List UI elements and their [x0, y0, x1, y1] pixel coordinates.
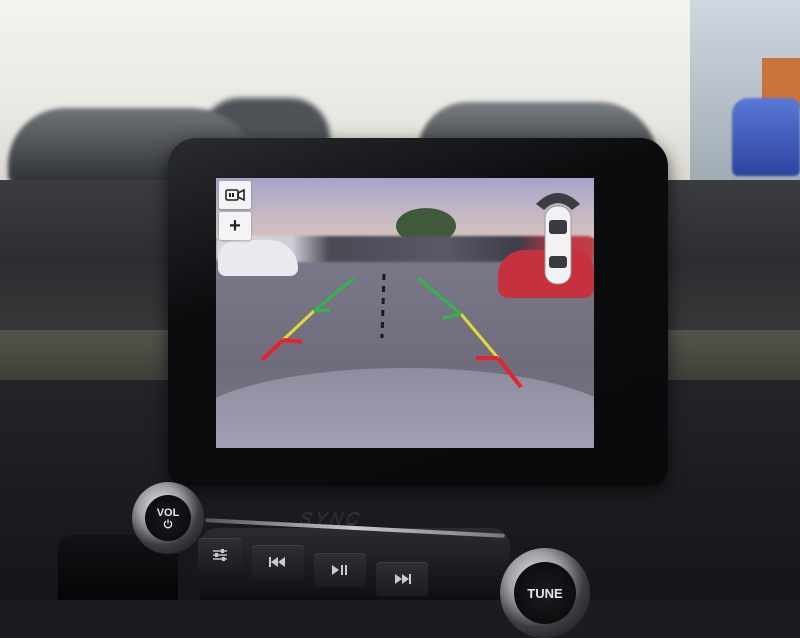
guideline-left-mid — [281, 309, 316, 342]
plus-icon: + — [229, 215, 241, 237]
power-icon — [163, 519, 173, 529]
volume-label: VOL — [156, 507, 180, 519]
guideline-left-far — [313, 276, 355, 313]
settings-button[interactable] — [198, 538, 242, 572]
guideline-right-far-tick — [442, 312, 462, 320]
previous-track-button[interactable] — [252, 545, 304, 579]
guideline-right-mid — [459, 313, 500, 359]
tune-knob[interactable]: TUNE — [500, 548, 590, 638]
guideline-left-far-tick — [313, 308, 331, 313]
guideline-right-far — [417, 276, 462, 316]
guideline-left-near — [260, 338, 285, 362]
tune-label: TUNE — [527, 585, 563, 601]
guideline-center — [380, 273, 386, 339]
parking-sensor-car-icon — [536, 193, 580, 285]
guideline-right-near — [496, 356, 523, 389]
tune-knob-face: TUNE — [514, 562, 576, 624]
skip-back-icon — [269, 557, 285, 567]
volume-knob[interactable]: VOL — [132, 482, 204, 554]
zoom-button[interactable]: + — [219, 212, 251, 240]
guideline-left-near-tick — [282, 338, 303, 344]
background-car — [732, 98, 800, 176]
camera-view-icon — [225, 188, 245, 202]
play-pause-button[interactable] — [314, 553, 366, 587]
play-pause-icon — [332, 565, 347, 575]
sensor-car — [544, 205, 572, 285]
skip-forward-icon — [395, 574, 411, 584]
camera-view-button[interactable] — [219, 181, 251, 209]
volume-knob-face: VOL — [145, 495, 191, 541]
next-track-button[interactable] — [376, 562, 428, 596]
sliders-icon — [213, 549, 227, 561]
